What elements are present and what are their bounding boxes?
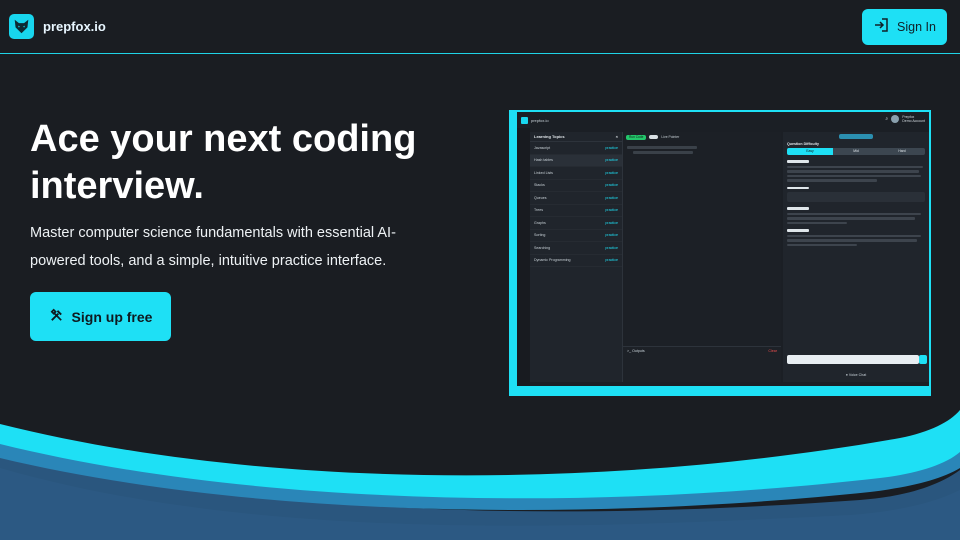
preview-close-icon: ×: [615, 134, 618, 139]
fox-icon: [9, 14, 34, 39]
practice-link: practice: [605, 208, 618, 213]
preview-run-button: Run Code: [626, 134, 647, 140]
practice-link: practice: [605, 195, 618, 200]
preview-topic: Linked Lists practice: [530, 167, 622, 180]
preview-question-panel: Question Difficulty Easy Mid Hard ● Voic…: [783, 132, 929, 382]
preview-code-lines: [627, 146, 777, 316]
practice-link: practice: [605, 170, 618, 175]
preview-rail: [517, 128, 530, 386]
preview-search-icon: ⌕: [885, 116, 889, 122]
preview-example-box: [787, 192, 925, 202]
preview-output-label: >_ Outputs: [627, 349, 645, 353]
text-line: [787, 234, 921, 237]
topic-label: Searching: [534, 245, 551, 250]
app-preview: prepfox.io ⌕ Prepfox Demo Account Learni…: [509, 110, 931, 396]
topic-label: Hash tables: [534, 158, 553, 163]
hero-subtitle: Master computer science fundamentals wit…: [30, 225, 396, 269]
preview-section-heading: [787, 207, 809, 210]
preview-user: Prepfox Demo Account: [902, 115, 925, 123]
preview-topic: Graphs practice: [530, 217, 622, 230]
sign-up-label: Sign up free: [71, 308, 153, 325]
text-line: [787, 174, 921, 177]
preview-topic: Queues practice: [530, 192, 622, 205]
tools-icon: [49, 308, 64, 326]
preview-user-area: ⌕ Prepfox Demo Account: [885, 115, 925, 123]
preview-topic: Javascript practice: [530, 142, 622, 155]
preview-sidebar-header: Learning Topics ×: [530, 132, 622, 142]
preview-voice-chat: ● Voice Chat: [783, 373, 929, 377]
code-line: [633, 151, 693, 154]
practice-link: practice: [605, 145, 618, 150]
preview-topic: Trees practice: [530, 205, 622, 217]
preview-section-heading: [787, 229, 809, 232]
topic-label: Dynamic Programming: [534, 258, 571, 263]
preview-toggle: [649, 135, 659, 139]
preview-topic: Searching practice: [530, 242, 622, 255]
preview-send-button: [919, 355, 927, 364]
practice-link: practice: [605, 245, 618, 250]
topic-label: Graphs: [534, 220, 546, 225]
sign-in-button[interactable]: Sign In: [862, 8, 947, 45]
preview-topics-sidebar: Learning Topics × Javascript practice Has…: [530, 132, 623, 382]
preview-difficulty-selector: Easy Mid Hard: [787, 148, 925, 155]
difficulty-option: Mid: [853, 149, 859, 153]
preview-avatar: [891, 115, 900, 123]
text-line: [787, 239, 917, 242]
brand-name: prepfox.io: [43, 19, 106, 34]
difficulty-option: Easy: [787, 148, 833, 155]
preview-topic: Hash tables practice: [530, 154, 622, 167]
topic-label: Sorting: [534, 233, 546, 238]
topic-label: Linked Lists: [534, 170, 553, 175]
practice-link: practice: [605, 183, 618, 188]
text-line: [787, 217, 915, 220]
code-line: [627, 146, 697, 149]
preview-editor-toolbar: Run Code Live Pointer: [623, 132, 781, 142]
topic-label: Stacks: [534, 183, 545, 188]
brand[interactable]: prepfox.io: [9, 14, 106, 39]
preview-topic: Sorting practice: [530, 230, 622, 242]
preview-brand: prepfox.io: [531, 117, 549, 123]
practice-link: practice: [605, 158, 618, 163]
app-preview-window: prepfox.io ⌕ Prepfox Demo Account Learni…: [517, 112, 929, 386]
text-line: [787, 243, 857, 246]
hero-title: Ace your next coding interview.: [30, 118, 417, 207]
text-line: [787, 212, 921, 215]
text-line: [787, 221, 847, 224]
practice-link: practice: [605, 220, 618, 225]
preview-user-sub: Demo Account: [902, 119, 925, 123]
topic-label: Trees: [534, 208, 544, 213]
preview-toggle-label: Live Pointer: [661, 135, 680, 139]
preview-topic: Dynamic Programming practice: [530, 255, 622, 267]
preview-section-heading: [787, 186, 809, 189]
preview-output-panel: >_ Outputs Clear: [623, 346, 781, 382]
text-line: [787, 170, 919, 173]
preview-fox-icon: [521, 116, 528, 124]
preview-code-editor: Run Code Live Pointer: [623, 132, 781, 382]
topic-label: Queues: [534, 195, 547, 200]
text-line: [787, 165, 923, 168]
preview-voice-label: Voice Chat: [848, 373, 867, 377]
preview-topbar: prepfox.io ⌕ Prepfox Demo Account: [517, 112, 929, 128]
preview-sidebar-title: Learning Topics: [534, 134, 565, 139]
practice-link: practice: [605, 233, 618, 238]
preview-topic: Stacks practice: [530, 180, 622, 192]
preview-generate-button: [839, 134, 873, 139]
login-icon: [873, 17, 889, 36]
top-nav: prepfox.io Sign In: [0, 0, 960, 54]
preview-chat-input: [787, 355, 919, 364]
preview-section-heading: [787, 160, 809, 163]
sign-up-button[interactable]: Sign up free: [30, 292, 171, 341]
preview-difficulty-label: Question Difficulty: [787, 142, 819, 146]
text-line: [787, 179, 877, 182]
topic-label: Javascript: [534, 145, 551, 150]
difficulty-option: Hard: [898, 149, 906, 153]
preview-mic-icon: ●: [845, 373, 848, 377]
practice-link: practice: [605, 258, 618, 263]
sign-in-label: Sign In: [897, 19, 936, 34]
preview-output-clear: Clear: [768, 349, 777, 353]
